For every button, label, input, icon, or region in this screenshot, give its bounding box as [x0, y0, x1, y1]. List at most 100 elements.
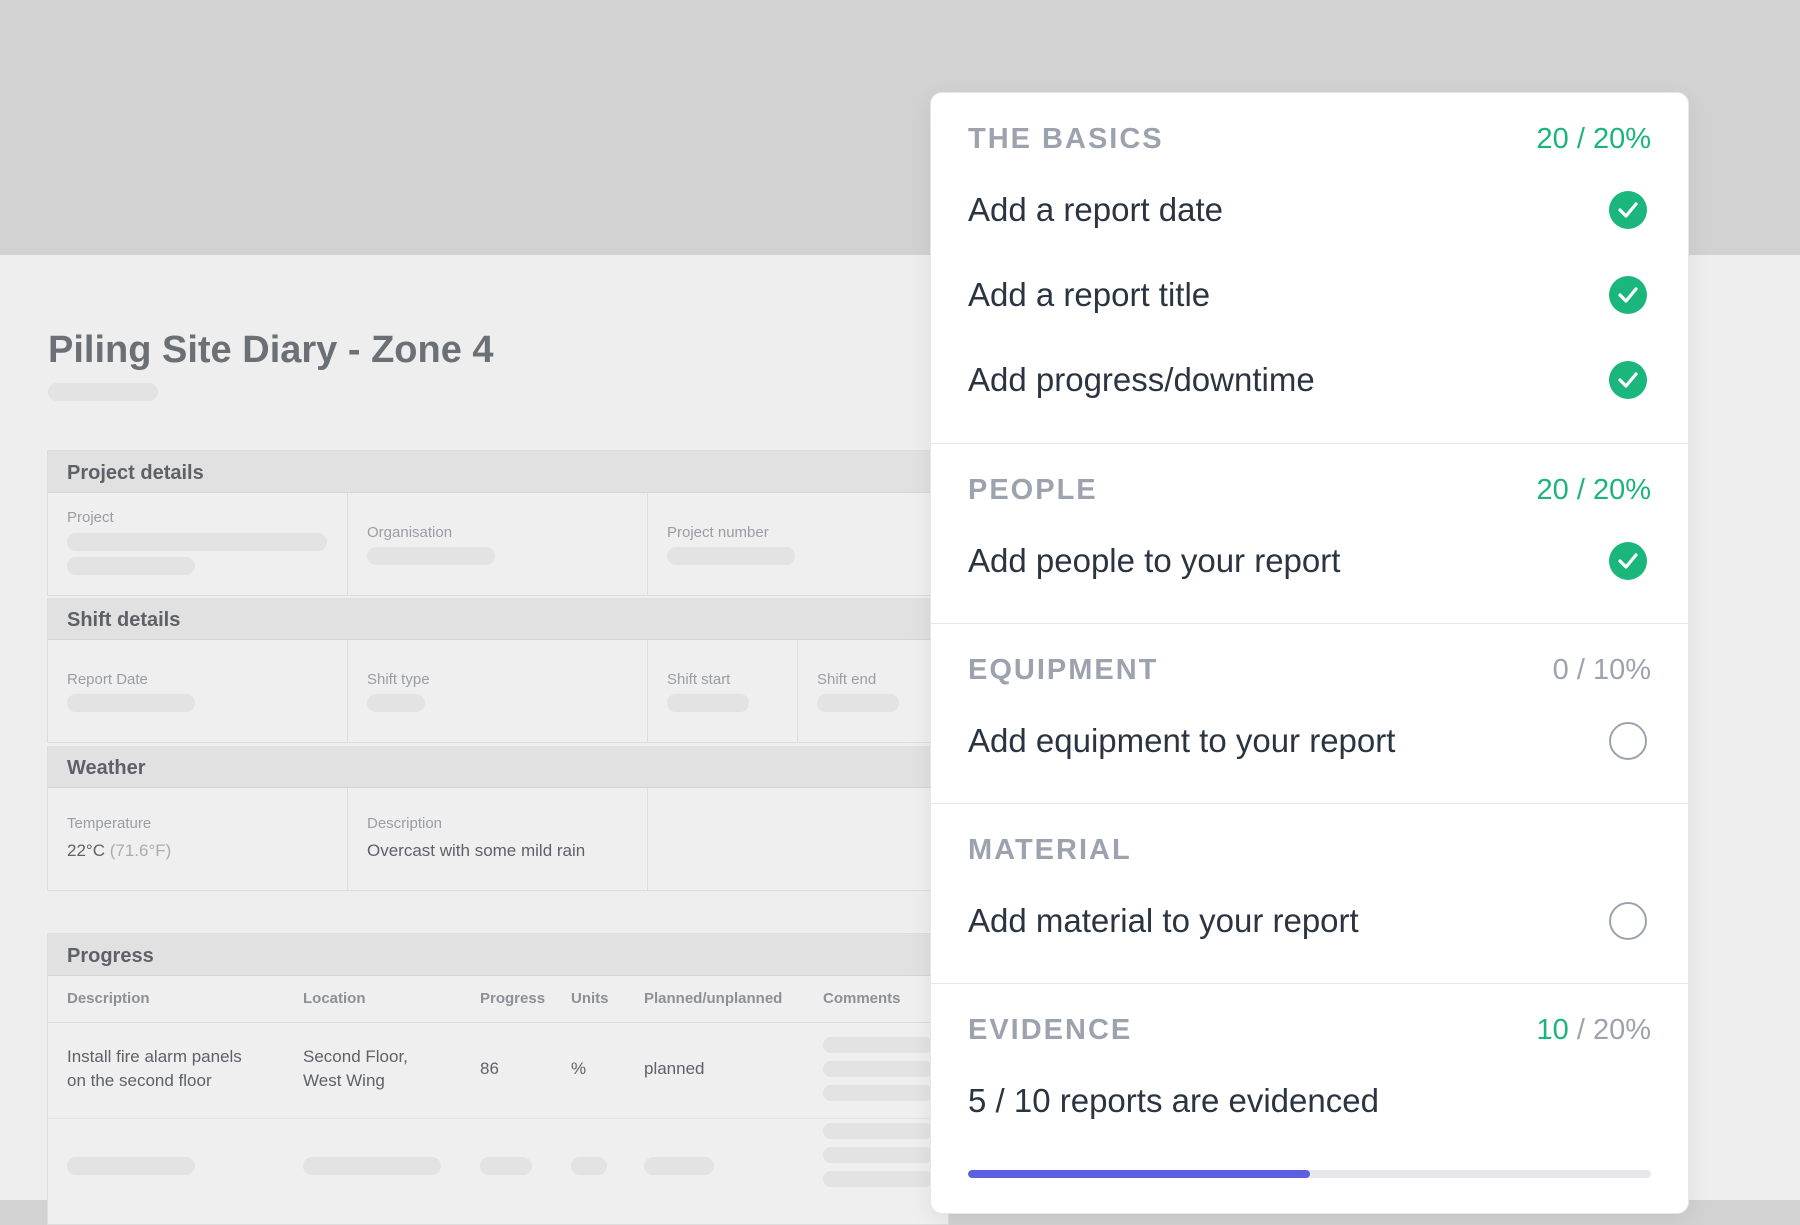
- checklist-item[interactable]: Add equipment to your report: [968, 720, 1651, 764]
- project-cell: Project: [48, 493, 348, 595]
- cell-placeholder: [67, 1157, 195, 1175]
- organisation-cell: Organisation: [348, 493, 648, 595]
- value-placeholder: [667, 694, 749, 712]
- check-circle-icon: [1609, 361, 1647, 399]
- temperature-cell: Temperature 22°C (71.6°F): [48, 788, 348, 890]
- comment-placeholder: [823, 1085, 933, 1101]
- field-label: Temperature: [67, 815, 152, 832]
- empty-circle-icon: [1609, 902, 1647, 940]
- checklist-item[interactable]: Add a report date: [968, 189, 1651, 233]
- equipment-group: EQUIPMENT 0 / 10% Add equipment to your …: [931, 624, 1688, 804]
- group-score: 10 / 20%: [1536, 1014, 1651, 1046]
- section-heading: Weather: [48, 746, 948, 788]
- field-label: Report Date: [67, 671, 148, 688]
- checklist-item[interactable]: Add people to your report: [968, 540, 1651, 584]
- field-label: Shift type: [367, 671, 430, 688]
- item-label: Add a report date: [968, 191, 1224, 228]
- report-date-cell: Report Date: [48, 640, 348, 742]
- row-location: Second Floor, West Wing: [303, 1047, 408, 1090]
- group-title: EVIDENCE: [968, 1014, 1133, 1046]
- row-description: Install fire alarm panels on the second …: [67, 1047, 242, 1090]
- evidence-progress-bar: [968, 1170, 1651, 1178]
- value-placeholder: [667, 547, 795, 565]
- basics-group: THE BASICS 20 / 20% Add a report date Ad…: [931, 93, 1688, 444]
- project-details-section: Project details Project Organisation Pro…: [47, 450, 949, 596]
- project-number-cell: Project number: [648, 493, 948, 595]
- item-label: Add people to your report: [968, 542, 1341, 579]
- group-score: 20 / 20%: [1536, 123, 1651, 155]
- check-circle-icon: [1609, 542, 1647, 580]
- item-label: Add material to your report: [968, 902, 1359, 939]
- value-placeholder: [67, 557, 195, 575]
- checklist-item[interactable]: Add a report title: [968, 274, 1651, 318]
- comment-placeholder: [823, 1123, 933, 1139]
- field-label: Project number: [667, 524, 769, 541]
- row-progress: 86: [480, 1059, 499, 1078]
- evidence-summary: 5 / 10 reports are evidenced: [968, 1080, 1651, 1124]
- temperature-value: 22°C (71.6°F): [67, 841, 172, 860]
- value-placeholder: [367, 547, 495, 565]
- column-header: Planned/unplanned: [644, 990, 783, 1007]
- cell-placeholder: [480, 1157, 532, 1175]
- item-label: Add equipment to your report: [968, 722, 1396, 759]
- table-row: Install fire alarm panels on the second …: [48, 1023, 948, 1119]
- row-planned: planned: [644, 1059, 705, 1078]
- group-score: 20 / 20%: [1536, 474, 1651, 506]
- section-heading: Shift details: [48, 598, 948, 640]
- field-label: Project: [67, 509, 114, 526]
- check-circle-icon: [1609, 191, 1647, 229]
- group-score: 0 / 10%: [1552, 654, 1651, 686]
- cell-placeholder: [303, 1157, 441, 1175]
- group-title: PEOPLE: [968, 474, 1098, 506]
- group-title: MATERIAL: [968, 834, 1132, 866]
- column-header: Description: [67, 990, 150, 1007]
- progress-section: Progress Description Location Progress U…: [47, 933, 949, 1225]
- column-header: Progress: [480, 990, 546, 1007]
- empty-circle-icon: [1609, 722, 1647, 760]
- comment-placeholder: [823, 1037, 933, 1053]
- checklist-item[interactable]: Add progress/downtime: [968, 359, 1651, 403]
- subtitle-placeholder: [48, 383, 158, 401]
- evidence-progress-fill: [968, 1170, 1310, 1178]
- item-label: 5 / 10 reports are evidenced: [968, 1082, 1379, 1119]
- column-header: Units: [571, 990, 609, 1007]
- cell-placeholder: [644, 1157, 714, 1175]
- material-group: MATERIAL Add material to your report: [931, 804, 1688, 984]
- shift-details-section: Shift details Report Date Shift type Shi…: [47, 598, 949, 743]
- shift-end-cell: Shift end: [798, 640, 948, 742]
- group-title: EQUIPMENT: [968, 654, 1159, 686]
- value-placeholder: [67, 533, 327, 551]
- section-heading: Project details: [48, 451, 948, 493]
- check-circle-icon: [1609, 276, 1647, 314]
- report-quality-scorecard: THE BASICS 20 / 20% Add a report date Ad…: [930, 92, 1689, 1214]
- field-label: Organisation: [367, 524, 453, 541]
- field-label: Shift end: [817, 671, 877, 688]
- column-header: Location: [303, 990, 366, 1007]
- field-label: Shift start: [667, 671, 731, 688]
- group-title: THE BASICS: [968, 123, 1164, 155]
- column-header: Comments: [823, 990, 901, 1007]
- weather-description-value: Overcast with some mild rain: [367, 841, 586, 860]
- item-label: Add progress/downtime: [968, 361, 1315, 398]
- field-label: Description: [367, 815, 443, 832]
- progress-table-header: Description Location Progress Units Plan…: [48, 976, 948, 1023]
- row-units: %: [571, 1059, 587, 1078]
- comment-placeholder: [823, 1061, 933, 1077]
- value-placeholder: [67, 694, 195, 712]
- people-group: PEOPLE 20 / 20% Add people to your repor…: [931, 444, 1688, 624]
- evidence-group: EVIDENCE 10 / 20% 5 / 10 reports are evi…: [931, 984, 1688, 1213]
- section-heading: Progress: [48, 934, 948, 976]
- empty-cell: [648, 788, 948, 890]
- weather-section: Weather Temperature 22°C (71.6°F) Descri…: [47, 746, 949, 891]
- value-placeholder: [817, 694, 899, 712]
- page-title: Piling Site Diary - Zone 4: [48, 329, 494, 371]
- shift-start-cell: Shift start: [648, 640, 798, 742]
- cell-placeholder: [571, 1157, 607, 1175]
- comment-placeholder: [823, 1147, 933, 1163]
- item-label: Add a report title: [968, 276, 1211, 313]
- value-placeholder: [367, 694, 425, 712]
- weather-description-cell: Description Overcast with some mild rain: [348, 788, 648, 890]
- comment-placeholder: [823, 1171, 933, 1187]
- checklist-item[interactable]: Add material to your report: [968, 900, 1651, 944]
- shift-type-cell: Shift type: [348, 640, 648, 742]
